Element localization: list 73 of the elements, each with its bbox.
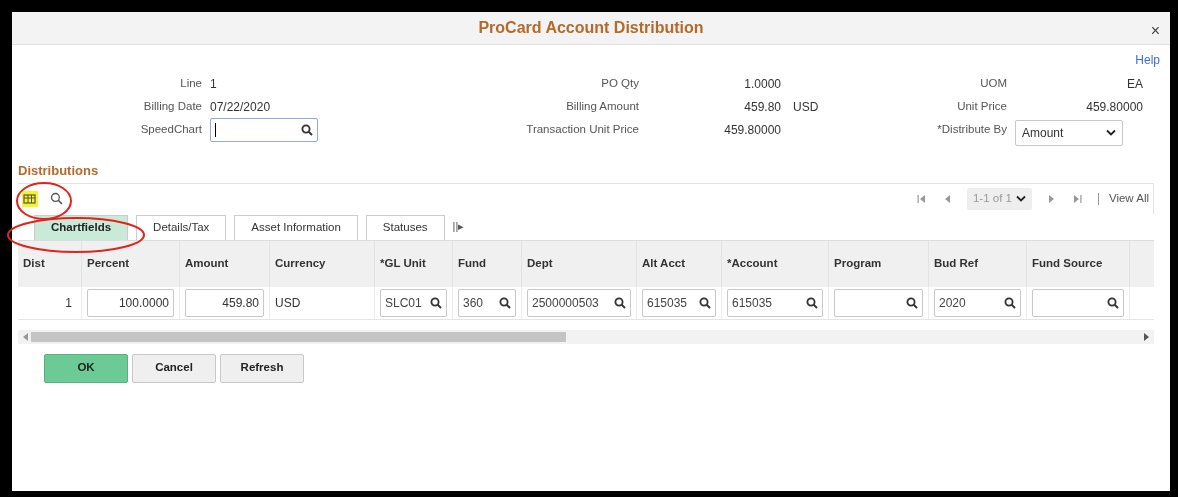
search-icon	[301, 123, 313, 136]
field-label: Billing Date	[142, 98, 202, 114]
field-label: Unit Price	[956, 98, 1007, 114]
field-label: Transaction Unit Price	[525, 121, 639, 137]
scrollbar-thumb[interactable]	[31, 331, 566, 342]
column-header: Percent	[82, 240, 180, 287]
tab[interactable]: Details/Tax	[136, 214, 227, 240]
amount-field[interactable]: 459.80	[185, 288, 264, 317]
lookup-field[interactable]	[834, 288, 923, 317]
first-page-icon[interactable]	[916, 193, 926, 204]
lookup-field[interactable]: SLC01	[380, 288, 447, 317]
dialog-button[interactable]: Cancel	[132, 353, 216, 383]
caret-icon	[1015, 195, 1026, 202]
close-button[interactable]: ×	[1150, 19, 1160, 43]
field-value: EA	[1126, 75, 1143, 93]
table-cell: USD	[275, 295, 301, 310]
search-icon	[499, 296, 511, 309]
dialog-button[interactable]: OK	[44, 353, 128, 383]
amount-field[interactable]: 100.0000	[87, 288, 174, 317]
field-value: 07/22/2020	[210, 98, 271, 116]
last-page-icon[interactable]	[1072, 193, 1082, 204]
lookup-field[interactable]: 360	[458, 288, 516, 317]
column-header: Fund	[453, 240, 522, 287]
column-header: *GL Unit	[375, 240, 453, 287]
dialog-button[interactable]: Refresh	[220, 353, 304, 383]
search-icon	[614, 296, 626, 309]
field-label: *Distribute By	[936, 121, 1007, 137]
lookup-field[interactable]: 615035	[642, 288, 716, 317]
search-icon[interactable]	[50, 192, 63, 205]
search-icon	[806, 296, 818, 309]
speedchart-field[interactable]	[210, 117, 318, 142]
tab[interactable]: Asset Information	[234, 214, 358, 240]
search-icon	[1004, 296, 1016, 309]
column-header: Program	[829, 240, 929, 287]
grid-settings-icon[interactable]	[22, 190, 38, 207]
column-header: *Account	[722, 240, 829, 287]
lookup-field[interactable]: 2500000503	[527, 288, 631, 317]
field-value: 1.0000	[743, 75, 781, 93]
lookup-field[interactable]	[1032, 288, 1124, 317]
tab[interactable]: Chartfields	[34, 214, 129, 240]
field-label: Billing Amount	[565, 98, 639, 114]
horizontal-scrollbar[interactable]	[18, 329, 1154, 344]
field-value: 459.80000	[723, 121, 781, 139]
distribute-by-select[interactable]: Amount	[1015, 119, 1123, 146]
search-icon	[699, 296, 711, 309]
column-header: Bud Ref	[929, 240, 1027, 287]
more-tabs-icon[interactable]: ||▸	[452, 218, 465, 235]
field-value: 1	[210, 75, 217, 93]
section-title: Distributions	[18, 162, 100, 180]
help-link[interactable]: Help	[1135, 51, 1160, 69]
column-header: Dept	[522, 240, 637, 287]
field-label: SpeedChart	[139, 121, 202, 137]
lookup-field[interactable]: 2020	[934, 288, 1021, 317]
view-all-link[interactable]: View All	[1108, 189, 1149, 208]
field-label: Line	[179, 75, 202, 91]
currency-code: USD	[793, 98, 819, 116]
column-header: Currency	[270, 240, 375, 287]
lookup-field[interactable]: 615035	[727, 288, 823, 317]
column-header: Fund Source	[1027, 240, 1130, 287]
field-label: UOM	[979, 75, 1007, 91]
column-header: Dist	[18, 240, 82, 287]
search-icon	[1107, 296, 1119, 309]
field-value: 459.80000	[1085, 98, 1143, 116]
caret-icon	[1106, 129, 1116, 136]
field-label: PO Qty	[600, 75, 639, 91]
window-title: ProCard Account Distribution	[478, 18, 704, 38]
tab[interactable]: Statuses	[365, 214, 445, 240]
field-value: 459.80	[743, 98, 781, 116]
row-number: 1	[64, 294, 73, 312]
column-header: Alt Acct	[637, 240, 722, 287]
search-icon	[430, 296, 442, 309]
search-icon	[906, 296, 918, 309]
column-header: Amount	[180, 240, 270, 287]
